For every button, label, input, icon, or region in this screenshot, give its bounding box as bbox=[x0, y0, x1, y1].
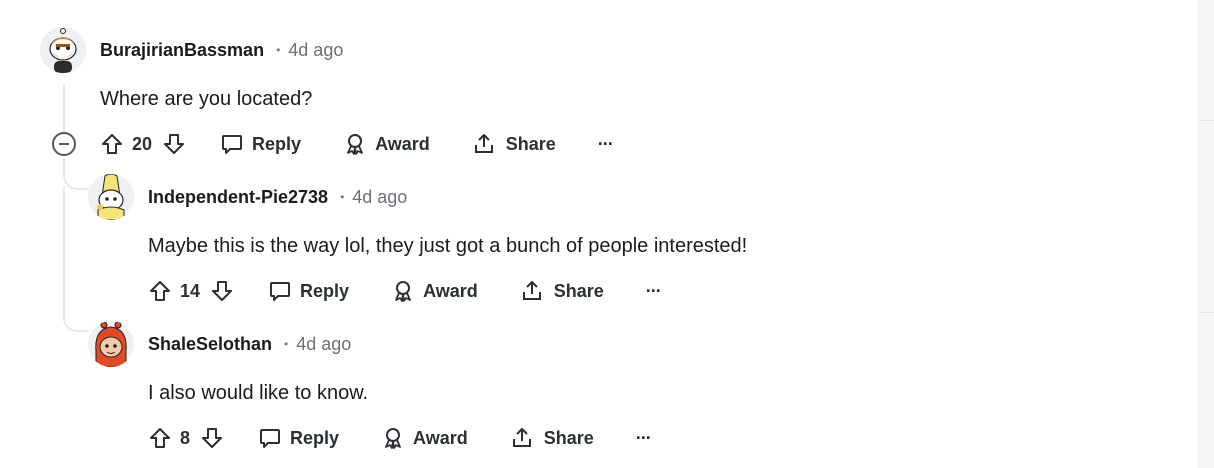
more-options-button[interactable]: ··· bbox=[598, 134, 614, 155]
avatar[interactable] bbox=[88, 321, 134, 367]
share-upload-icon bbox=[522, 281, 541, 300]
reply-button[interactable]: Reply bbox=[258, 426, 339, 450]
author-name[interactable]: ShaleSelothan bbox=[148, 334, 272, 355]
upvote-button[interactable] bbox=[148, 279, 172, 303]
downvote-button[interactable] bbox=[210, 279, 234, 303]
chat-bubble-icon bbox=[270, 282, 291, 301]
award-ribbon-icon bbox=[385, 428, 401, 449]
thread-connector bbox=[63, 158, 89, 190]
reply-button[interactable]: Reply bbox=[220, 132, 301, 156]
award-ribbon-icon bbox=[395, 281, 411, 302]
more-options-button[interactable]: ··· bbox=[636, 428, 652, 449]
reply-label: Reply bbox=[252, 133, 302, 154]
rail-divider bbox=[1199, 120, 1214, 121]
rail-divider bbox=[1199, 312, 1214, 313]
meta-separator: • bbox=[340, 190, 345, 204]
share-label: Share bbox=[543, 427, 594, 448]
thread-line[interactable] bbox=[63, 186, 65, 306]
upvote-arrow-icon bbox=[150, 428, 170, 448]
snoo-avatar-red-hood-icon bbox=[88, 321, 134, 367]
upvote-button[interactable] bbox=[148, 426, 172, 450]
snoo-avatar-with-beard-icon bbox=[40, 27, 86, 73]
award-ribbon-icon bbox=[347, 134, 363, 155]
timestamp[interactable]: 4d ago bbox=[352, 187, 407, 208]
comment-body: I also would like to know. bbox=[148, 382, 369, 404]
downvote-button[interactable] bbox=[200, 426, 224, 450]
comment-body: Where are you located? bbox=[100, 88, 313, 110]
award-label: Award bbox=[423, 280, 478, 301]
chat-bubble-icon bbox=[222, 135, 243, 154]
more-options-button[interactable]: ··· bbox=[646, 281, 662, 302]
award-label: Award bbox=[375, 133, 430, 154]
vote-count: 20 bbox=[132, 133, 153, 154]
share-upload-icon bbox=[512, 428, 531, 447]
share-button[interactable]: Share bbox=[510, 426, 594, 450]
right-sidebar-edge bbox=[1198, 0, 1214, 468]
author-name[interactable]: Independent-Pie2738 bbox=[148, 187, 328, 208]
downvote-arrow-icon bbox=[164, 134, 185, 154]
vote-count: 14 bbox=[180, 280, 201, 301]
timestamp[interactable]: 4d ago bbox=[288, 40, 343, 61]
reply-button[interactable]: Reply bbox=[268, 279, 349, 303]
meta-separator: • bbox=[276, 43, 281, 57]
comment-body: Maybe this is the way lol, they just got… bbox=[148, 235, 748, 257]
reply-label: Reply bbox=[290, 427, 340, 448]
share-label: Share bbox=[553, 280, 604, 301]
upvote-button[interactable] bbox=[100, 132, 124, 156]
vote-count: 8 bbox=[180, 427, 191, 448]
author-name[interactable]: BurajirianBassman bbox=[100, 40, 264, 61]
timestamp[interactable]: 4d ago bbox=[296, 334, 351, 355]
award-label: Award bbox=[413, 427, 468, 448]
upvote-arrow-icon bbox=[102, 134, 122, 154]
downvote-arrow-icon bbox=[202, 428, 223, 448]
share-button[interactable]: Share bbox=[472, 132, 556, 156]
reply-label: Reply bbox=[300, 280, 350, 301]
thread-connector bbox=[63, 300, 89, 332]
share-label: Share bbox=[505, 133, 556, 154]
share-button[interactable]: Share bbox=[520, 279, 604, 303]
share-upload-icon bbox=[474, 134, 493, 153]
avatar[interactable] bbox=[40, 27, 86, 73]
award-button[interactable]: Award bbox=[381, 426, 468, 450]
downvote-arrow-icon bbox=[212, 281, 233, 301]
chat-bubble-icon bbox=[260, 429, 281, 448]
collapse-button[interactable] bbox=[52, 132, 76, 156]
upvote-arrow-icon bbox=[150, 281, 170, 301]
meta-separator: • bbox=[284, 337, 289, 351]
downvote-button[interactable] bbox=[162, 132, 186, 156]
award-button[interactable]: Award bbox=[343, 132, 430, 156]
award-button[interactable]: Award bbox=[391, 279, 478, 303]
collapse-minus-icon bbox=[59, 143, 69, 145]
thread-line[interactable] bbox=[63, 84, 65, 132]
avatar[interactable] bbox=[88, 174, 134, 220]
snoo-avatar-banana-costume-icon bbox=[88, 174, 134, 220]
